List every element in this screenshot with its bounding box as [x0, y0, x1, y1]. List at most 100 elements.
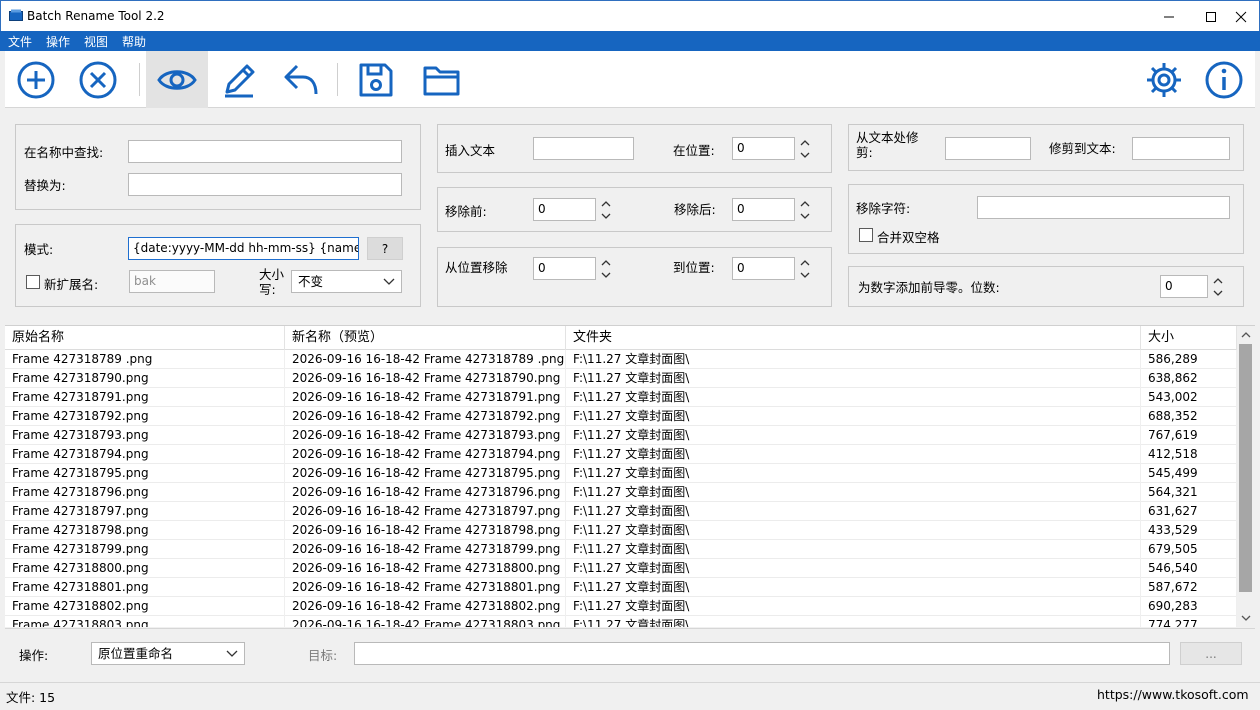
column-header-folder[interactable]: 文件夹 [566, 326, 1141, 350]
case-label: 大小 写: [259, 267, 285, 297]
settings-button[interactable] [1133, 51, 1195, 108]
save-button[interactable] [345, 51, 407, 108]
table-row[interactable]: Frame 427318791.png 2026-09-16 16-18-42 F… [5, 388, 1237, 407]
scroll-down-button[interactable] [1237, 610, 1255, 627]
website-link[interactable]: https://www.tkosoft.com [1097, 687, 1249, 702]
insert-position-spinner[interactable] [799, 137, 811, 161]
replace-input[interactable] [128, 173, 402, 196]
maximize-icon [1206, 11, 1216, 22]
menu-action[interactable]: 操作 [46, 33, 70, 50]
remove-to-spinner[interactable] [799, 257, 811, 281]
merge-double-spaces-checkbox[interactable] [859, 228, 873, 242]
table-row[interactable]: Frame 427318797.png 2026-09-16 16-18-42 F… [5, 502, 1237, 521]
remove-chars-input[interactable] [977, 196, 1230, 219]
table-row[interactable]: Frame 427318803.png 2026-09-16 16-18-42 F… [5, 616, 1237, 627]
leading-zeros-spinner[interactable] [1212, 275, 1224, 299]
close-window-button[interactable] [1223, 1, 1259, 32]
pattern-help-button[interactable]: ? [367, 237, 403, 260]
cell-folder: F:\11.27 文章封面图\ [566, 521, 1141, 540]
minimize-icon [1164, 16, 1174, 17]
about-button[interactable] [1193, 51, 1255, 108]
cell-new-name: 2026-09-16 16-18-42 Frame 427318801.png [285, 578, 566, 597]
chevron-down-icon [1241, 615, 1251, 621]
cell-new-name: 2026-09-16 16-18-42 Frame 427318793.png [285, 426, 566, 445]
cell-original-name: Frame 427318791.png [5, 388, 285, 407]
remove-after-spinner[interactable] [799, 198, 811, 222]
table-row[interactable]: Frame 427318795.png 2026-09-16 16-18-42 F… [5, 464, 1237, 483]
pattern-input[interactable]: {date:yyyy-MM-dd hh-mm-ss} {name} [128, 237, 359, 260]
merge-double-spaces-label: 合并双空格 [877, 230, 940, 245]
minimize-button[interactable] [1151, 1, 1187, 32]
cell-new-name: 2026-09-16 16-18-42 Frame 427318797.png [285, 502, 566, 521]
insert-text-input[interactable] [533, 137, 634, 160]
trim-from-input[interactable] [945, 137, 1031, 160]
cell-folder: F:\11.27 文章封面图\ [566, 445, 1141, 464]
cell-new-name: 2026-09-16 16-18-42 Frame 427318795.png [285, 464, 566, 483]
undo-button[interactable] [270, 51, 332, 108]
remove-before-input[interactable]: 0 [533, 198, 596, 221]
remove-before-spinner[interactable] [600, 198, 612, 222]
pattern-panel: 模式: {date:yyyy-MM-dd hh-mm-ss} {name} ? … [15, 224, 421, 307]
table-row[interactable]: Frame 427318789 .png 2026-09-16 16-18-42 … [5, 350, 1237, 369]
menu-file[interactable]: 文件 [8, 33, 32, 50]
cell-folder: F:\11.27 文章封面图\ [566, 369, 1141, 388]
operation-select[interactable]: 原位置重命名 [91, 642, 245, 665]
menu-view[interactable]: 视图 [84, 33, 108, 50]
rename-button[interactable] [208, 51, 270, 108]
scrollbar-thumb[interactable] [1239, 344, 1252, 592]
cell-new-name: 2026-09-16 16-18-42 Frame 427318803.png [285, 616, 566, 627]
browse-target-button[interactable]: ... [1180, 642, 1242, 665]
cell-size: 679,505 [1141, 540, 1237, 559]
trim-from-label: 从文本处修 剪: [856, 130, 919, 160]
column-header-new-name[interactable]: 新名称（预览） [285, 326, 566, 350]
title-bar: Batch Rename Tool 2.2 [0, 0, 1260, 31]
remove-after-input[interactable]: 0 [732, 198, 795, 221]
table-row[interactable]: Frame 427318790.png 2026-09-16 16-18-42 F… [5, 369, 1237, 388]
cell-size: 688,352 [1141, 407, 1237, 426]
table-row[interactable]: Frame 427318796.png 2026-09-16 16-18-42 F… [5, 483, 1237, 502]
toolbar [5, 51, 1255, 108]
new-extension-input[interactable]: bak [129, 270, 215, 293]
cell-size: 631,627 [1141, 502, 1237, 521]
leading-zeros-input[interactable]: 0 [1160, 275, 1208, 298]
table-row[interactable]: Frame 427318794.png 2026-09-16 16-18-42 F… [5, 445, 1237, 464]
cell-folder: F:\11.27 文章封面图\ [566, 426, 1141, 445]
table-scrollbar[interactable] [1237, 326, 1255, 627]
remove-files-button[interactable] [67, 51, 129, 108]
scroll-up-button[interactable] [1237, 326, 1255, 343]
target-input[interactable] [354, 642, 1170, 665]
cell-original-name: Frame 427318792.png [5, 407, 285, 426]
find-replace-panel: 在名称中查找: 替换为: [15, 124, 421, 210]
pattern-label: 模式: [24, 242, 54, 257]
cell-folder: F:\11.27 文章封面图\ [566, 407, 1141, 426]
case-select-value: 不变 [298, 274, 324, 289]
table-row[interactable]: Frame 427318801.png 2026-09-16 16-18-42 F… [5, 578, 1237, 597]
table-row[interactable]: Frame 427318799.png 2026-09-16 16-18-42 F… [5, 540, 1237, 559]
insert-position-input[interactable]: 0 [732, 137, 795, 160]
menu-help[interactable]: 帮助 [122, 33, 146, 50]
cell-folder: F:\11.27 文章封面图\ [566, 597, 1141, 616]
target-label: 目标: [308, 648, 338, 663]
cell-new-name: 2026-09-16 16-18-42 Frame 427318798.png [285, 521, 566, 540]
find-input[interactable] [128, 140, 402, 163]
case-select[interactable]: 不变 [291, 270, 402, 293]
preview-button[interactable] [146, 51, 208, 108]
table-row[interactable]: Frame 427318800.png 2026-09-16 16-18-42 F… [5, 559, 1237, 578]
open-folder-button[interactable] [411, 51, 473, 108]
new-extension-checkbox[interactable] [26, 275, 40, 289]
remove-from-input[interactable]: 0 [533, 257, 596, 280]
table-row[interactable]: Frame 427318793.png 2026-09-16 16-18-42 F… [5, 426, 1237, 445]
remove-to-input[interactable]: 0 [732, 257, 795, 280]
replace-label: 替换为: [24, 178, 66, 193]
chevron-down-icon [383, 278, 395, 285]
remove-after-label: 移除后: [674, 202, 716, 217]
remove-from-spinner[interactable] [600, 257, 612, 281]
table-row[interactable]: Frame 427318798.png 2026-09-16 16-18-42 F… [5, 521, 1237, 540]
chevron-up-icon [1241, 332, 1251, 338]
column-header-size[interactable]: 大小 [1141, 326, 1237, 350]
table-row[interactable]: Frame 427318802.png 2026-09-16 16-18-42 F… [5, 597, 1237, 616]
trim-to-input[interactable] [1132, 137, 1230, 160]
column-header-original-name[interactable]: 原始名称 [5, 326, 285, 350]
add-files-button[interactable] [5, 51, 67, 108]
table-row[interactable]: Frame 427318792.png 2026-09-16 16-18-42 F… [5, 407, 1237, 426]
